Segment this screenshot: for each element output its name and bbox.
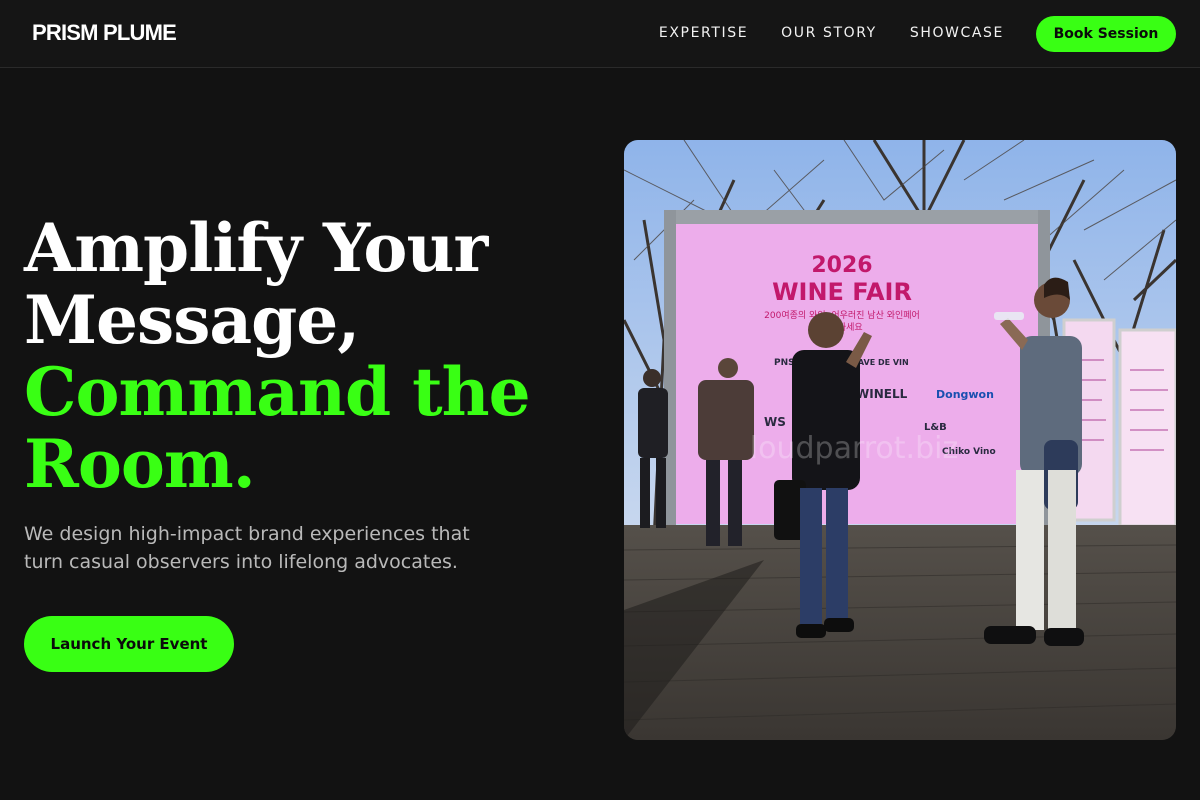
nav-link-showcase[interactable]: SHOWCASE <box>910 25 1004 41</box>
nav-link-expertise[interactable]: EXPERTISE <box>659 25 748 41</box>
banner-year: 2026 <box>811 253 872 278</box>
banner-korean-line-1: 200여종의 와인, 어우러진 남산 와인페어 <box>764 309 920 321</box>
brand-logo[interactable]: PRISM PLUME <box>32 20 177 46</box>
hero-subtitle: We design high-impact brand experiences … <box>24 523 470 573</box>
top-nav: PRISM PLUME EXPERTISE OUR STORY SHOWCASE… <box>0 0 1200 68</box>
nav-link-our-story[interactable]: OUR STORY <box>781 25 877 41</box>
hero-title: Amplify Your Message, Command the Room. <box>24 212 584 500</box>
hero-title-accent-line-1: Command the <box>24 353 531 431</box>
hero-title-accent-line-2: Room. <box>24 425 256 503</box>
truss-top <box>664 210 1050 224</box>
sponsor-winell: WINELL <box>856 387 908 401</box>
banner-title: WINE FAIR <box>772 278 912 306</box>
hero-photo: 2026 WINE FAIR 200여종의 와인, 어우러진 남산 와인페어 함… <box>624 140 1176 740</box>
sponsor-ws: WS <box>764 415 786 429</box>
nav-links: EXPERTISE OUR STORY SHOWCASE <box>659 25 1004 41</box>
side-board-2 <box>1118 328 1176 528</box>
sponsor-cave-de-vin: CAVE DE VIN <box>852 358 909 367</box>
sponsor-dongwon: Dongwon <box>936 388 994 401</box>
book-session-button[interactable]: Book Session <box>1036 16 1176 52</box>
watermark: loudparrot.biz <box>750 431 958 466</box>
hero-title-line-2: Message, <box>24 281 360 359</box>
launch-event-button[interactable]: Launch Your Event <box>24 616 234 672</box>
hero-title-line-1: Amplify Your <box>24 209 488 287</box>
